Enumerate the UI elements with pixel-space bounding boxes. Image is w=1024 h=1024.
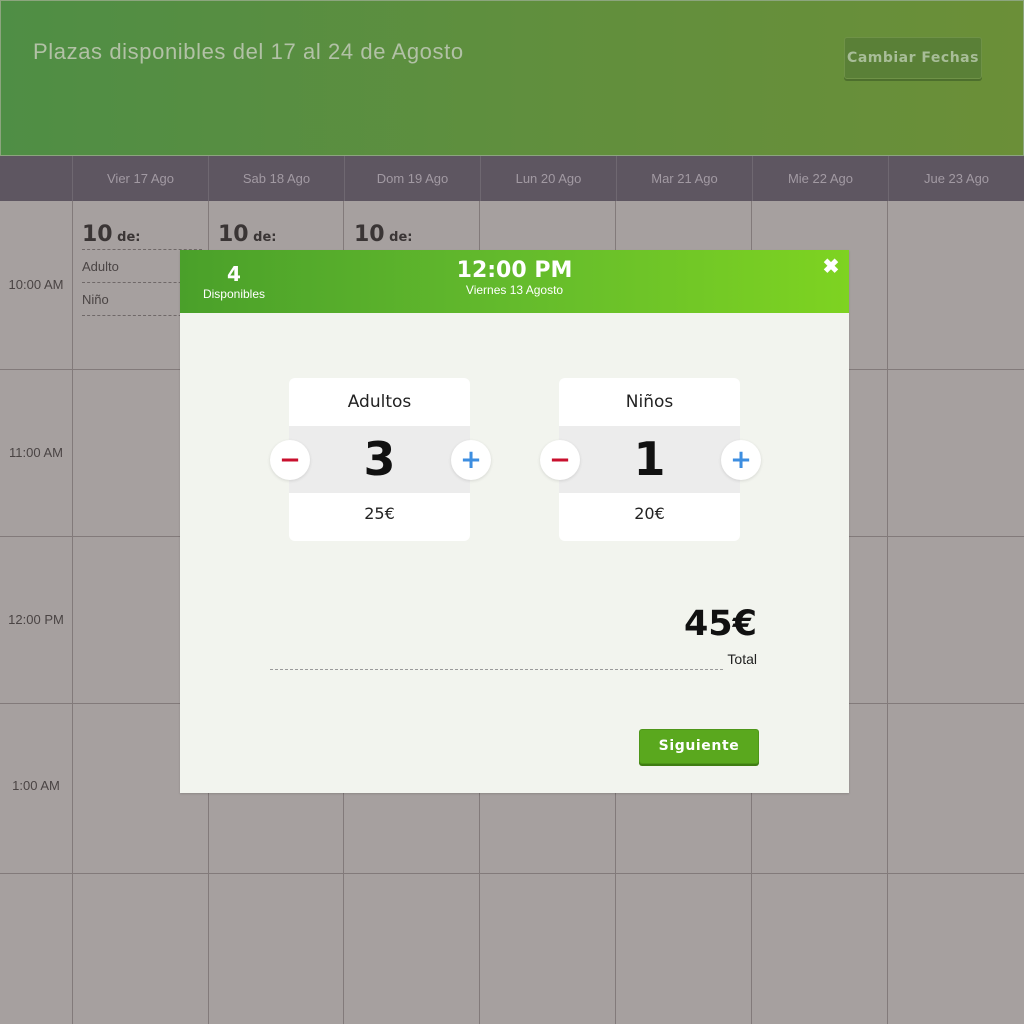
grid-line xyxy=(0,873,1024,874)
adults-value-band: 3 xyxy=(289,426,470,493)
day-header: Mar 21 Ago xyxy=(616,156,752,201)
adults-card: Adultos 3 25€ xyxy=(289,378,470,541)
children-value: 1 xyxy=(633,432,666,486)
day-header: Vier 17 Ago xyxy=(72,156,208,201)
close-icon[interactable]: ✖ xyxy=(820,256,842,278)
total-label: Total xyxy=(727,651,757,667)
total-amount: 45€ xyxy=(683,604,757,644)
calendar-slot[interactable]: 10 de: xyxy=(218,222,338,247)
adults-price: 25€ xyxy=(364,504,395,523)
slot-adult-label: Adulto xyxy=(82,259,119,274)
children-value-band: 1 xyxy=(559,426,740,493)
time-label: 12:00 PM xyxy=(8,612,64,627)
day-header-row: Vier 17 Ago Sab 18 Ago Dom 19 Ago Lun 20… xyxy=(0,156,1024,201)
calendar-slot[interactable]: 10 de: xyxy=(354,222,474,247)
adults-title: Adultos xyxy=(347,392,412,412)
children-minus-button[interactable]: − xyxy=(540,440,580,480)
children-price: 20€ xyxy=(634,504,665,523)
children-card: Niños 1 20€ xyxy=(559,378,740,541)
day-header: Jue 23 Ago xyxy=(888,156,1024,201)
slot-count: 10 xyxy=(354,222,385,247)
children-title: Niños xyxy=(625,392,674,412)
adults-plus-button[interactable]: + xyxy=(451,440,491,480)
modal-date: Viernes 13 Agosto xyxy=(465,283,564,297)
adults-counter: Adultos 3 25€ − + xyxy=(270,378,491,541)
day-header: Sab 18 Ago xyxy=(208,156,344,201)
modal-header: 4 Disponibles 12:00 PM Viernes 13 Agosto… xyxy=(180,250,849,313)
total-divider xyxy=(270,669,723,670)
grid-line xyxy=(72,201,73,1024)
time-label: 10:00 AM xyxy=(8,277,64,292)
day-header: Lun 20 Ago xyxy=(480,156,616,201)
slot-capacity: 10 de: xyxy=(82,222,202,247)
booking-modal: 4 Disponibles 12:00 PM Viernes 13 Agosto… xyxy=(180,250,849,793)
children-plus-button[interactable]: + xyxy=(721,440,761,480)
day-header: Mie 22 Ago xyxy=(752,156,888,201)
slot-suffix: de: xyxy=(389,230,413,245)
slot-capacity: 10 de: xyxy=(354,222,474,247)
next-button[interactable]: Siguiente xyxy=(639,729,759,764)
time-label: 1:00 AM xyxy=(12,778,60,793)
slot-capacity: 10 de: xyxy=(218,222,338,247)
change-dates-button[interactable]: Cambiar Fechas xyxy=(844,37,982,79)
slot-child-label: Niño xyxy=(82,292,109,307)
grid-line xyxy=(887,201,888,1024)
adults-minus-button[interactable]: − xyxy=(270,440,310,480)
children-counter: Niños 1 20€ − + xyxy=(540,378,761,541)
slot-count: 10 xyxy=(218,222,249,247)
time-label: 11:00 AM xyxy=(9,445,63,460)
day-header: Dom 19 Ago xyxy=(344,156,480,201)
modal-time: 12:00 PM xyxy=(456,258,573,283)
page-header: Plazas disponibles del 17 al 24 de Agost… xyxy=(0,0,1024,156)
slot-count: 10 xyxy=(82,222,113,247)
slot-suffix: de: xyxy=(253,230,277,245)
slot-suffix: de: xyxy=(117,230,141,245)
adults-value: 3 xyxy=(363,432,396,486)
page-title: Plazas disponibles del 17 al 24 de Agost… xyxy=(33,39,464,64)
